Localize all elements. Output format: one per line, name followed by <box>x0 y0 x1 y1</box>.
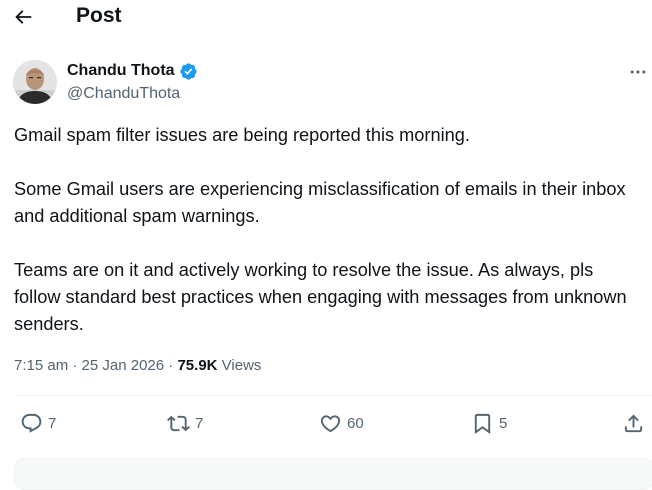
reply-count: 7 <box>48 414 57 432</box>
post-date[interactable]: 25 Jan 2026 <box>82 357 165 374</box>
views-label: Views <box>221 357 262 374</box>
post-paragraph: Teams are on it and actively working to … <box>14 260 627 334</box>
verified-badge-icon <box>179 62 198 81</box>
author-name-text: Chandu Thota <box>67 62 175 79</box>
bookmark-count: 5 <box>499 414 508 432</box>
post-meta: 7:15 am · 25 Jan 2026 · 75.9K Views <box>14 356 261 376</box>
avatar-image <box>13 60 57 104</box>
meta-separator: · <box>72 357 78 374</box>
repost-icon <box>167 415 190 431</box>
post-text: Gmail spam filter issues are being repor… <box>14 122 644 338</box>
meta-separator: · <box>168 357 174 374</box>
author-name[interactable]: Chandu Thota <box>67 61 198 81</box>
repost-count: 7 <box>195 414 204 432</box>
divider <box>14 395 652 396</box>
repost-button[interactable]: 7 <box>167 410 203 436</box>
like-button[interactable]: 60 <box>319 410 364 436</box>
bookmark-icon <box>474 413 491 434</box>
arrow-left-icon <box>15 10 32 24</box>
avatar[interactable] <box>13 60 57 104</box>
more-horizontal-icon <box>630 70 646 74</box>
reply-button[interactable]: 7 <box>20 410 56 436</box>
post-paragraph: Gmail spam filter issues are being repor… <box>14 125 470 145</box>
post-paragraph: Some Gmail users are experiencing miscla… <box>14 179 626 226</box>
post-time[interactable]: 7:15 am <box>14 357 68 374</box>
heart-icon <box>320 414 341 432</box>
more-options-button[interactable] <box>624 58 652 86</box>
share-button[interactable] <box>622 410 645 436</box>
views-count: 75.9K <box>177 357 218 374</box>
reply-compose-area[interactable] <box>14 458 652 490</box>
reply-icon <box>21 413 42 433</box>
share-icon <box>624 413 643 432</box>
bookmark-button[interactable]: 5 <box>471 410 507 436</box>
page-title: Post <box>76 4 122 27</box>
like-count: 60 <box>347 414 364 432</box>
back-button[interactable] <box>6 2 40 32</box>
author-handle[interactable]: @ChanduThota <box>67 84 180 104</box>
